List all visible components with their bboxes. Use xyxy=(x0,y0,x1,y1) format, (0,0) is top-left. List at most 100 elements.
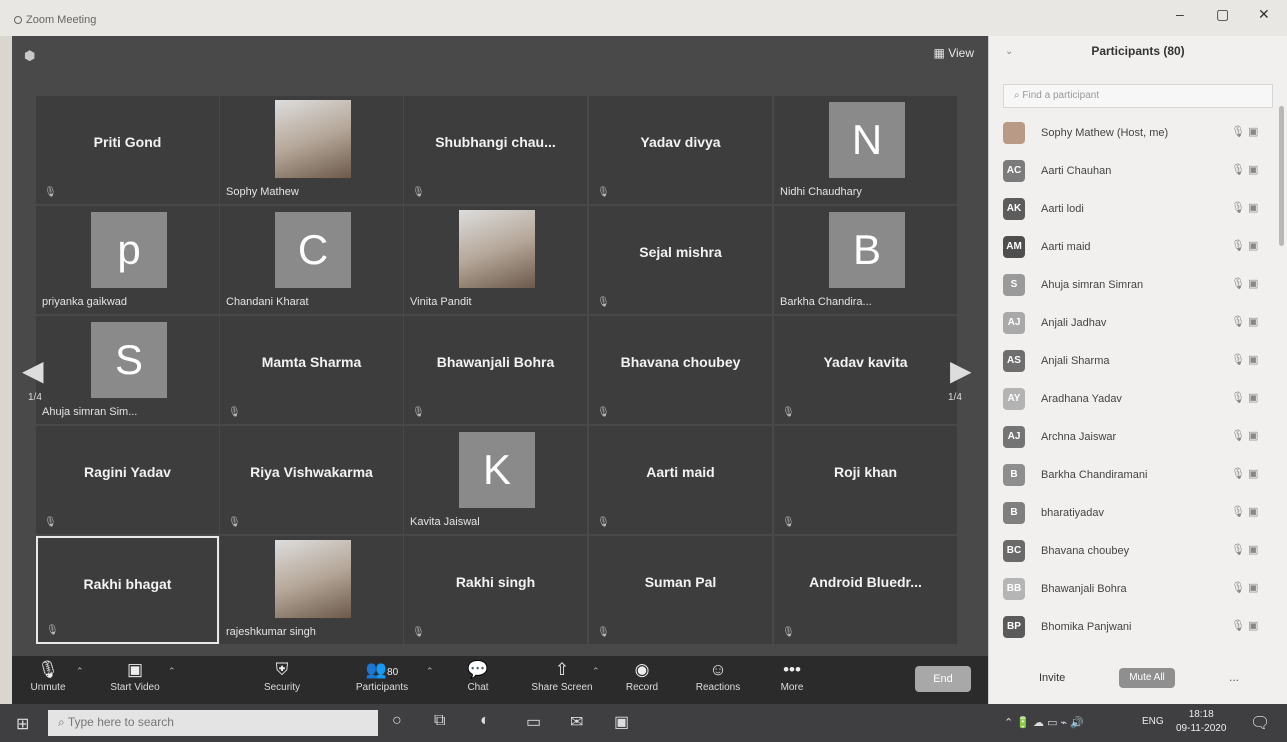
edge-browser-icon[interactable]: ◐ xyxy=(480,712,490,730)
tile-participant-name: Yadav kavita xyxy=(823,354,908,370)
video-tile-roji[interactable]: Roji khan 🎙 xyxy=(774,426,957,534)
zoom-taskbar-icon[interactable]: ▣ xyxy=(614,712,629,732)
video-tile-shubhangi[interactable]: Shubhangi chau... 🎙 xyxy=(404,96,587,204)
participant-mic-video-icon: 🎙 ▣ xyxy=(1231,582,1259,594)
minimize-button[interactable]: – xyxy=(1176,6,1184,22)
participant-row[interactable]: AM Aarti maid 🎙 ▣ xyxy=(989,228,1274,266)
video-tile-bhavana[interactable]: Bhavana choubey 🎙 xyxy=(589,316,772,424)
panel-more-button[interactable]: ... xyxy=(1229,670,1239,684)
security-label: Security xyxy=(263,682,301,693)
participants-scrollbar[interactable] xyxy=(1279,106,1284,246)
video-tile-ahuja[interactable]: S Ahuja simran Sim... xyxy=(36,316,219,424)
participants-options-chevron-icon[interactable]: ⌃ xyxy=(426,666,434,677)
security-button[interactable]: ⛨ Security xyxy=(256,660,308,693)
video-tile-sophy-mathew[interactable]: Sophy Mathew xyxy=(220,96,403,204)
video-tile-android[interactable]: Android Bluedr... 🎙 xyxy=(774,536,957,644)
participant-row[interactable]: S Ahuja simran Simran 🎙 ▣ xyxy=(989,266,1274,304)
shield-icon: ⛨ xyxy=(275,660,289,679)
start-video-button[interactable]: ▣ Start Video xyxy=(102,660,168,693)
video-tile-suman[interactable]: Suman Pal 🎙 xyxy=(589,536,772,644)
participant-row[interactable]: AS Anjali Sharma 🎙 ▣ xyxy=(989,342,1274,380)
taskbar-search-box[interactable]: ⌕ Type here to search xyxy=(48,710,378,736)
find-participant-input[interactable]: ⌕ Find a participant xyxy=(1003,84,1273,108)
video-tile-rakhi-singh[interactable]: Rakhi singh 🎙 xyxy=(404,536,587,644)
participant-name: Ahuja simran Simran xyxy=(1041,279,1144,291)
participant-row[interactable]: BB Bhawanjali Bohra 🎙 ▣ xyxy=(989,570,1274,608)
taskbar-clock[interactable]: 18:18 09-11-2020 xyxy=(1176,708,1226,736)
participants-button[interactable]: 👥80 Participants xyxy=(348,660,416,693)
video-tile-rajesh[interactable]: rajeshkumar singh xyxy=(220,536,403,644)
video-tile-chandani[interactable]: C Chandani Kharat xyxy=(220,206,403,314)
video-tile-ragini[interactable]: Ragini Yadav 🎙 xyxy=(36,426,219,534)
share-options-chevron-icon[interactable]: ⌃ xyxy=(592,666,600,677)
participant-row[interactable]: BC Bhavana choubey 🎙 ▣ xyxy=(989,532,1274,570)
maximize-button[interactable]: ▢ xyxy=(1216,6,1229,23)
video-tile-riya[interactable]: Riya Vishwakarma 🎙 xyxy=(220,426,403,534)
video-tile-aarti-maid[interactable]: Aarti maid 🎙 xyxy=(589,426,772,534)
video-tile-nidhi[interactable]: N Nidhi Chaudhary xyxy=(774,96,957,204)
video-tile-priyanka[interactable]: p priyanka gaikwad xyxy=(36,206,219,314)
notification-center-icon[interactable]: 🗨 xyxy=(1250,713,1270,733)
video-tile-priti-gond[interactable]: Priti Gond 🎙 xyxy=(36,96,219,204)
reactions-button[interactable]: ☺ Reactions xyxy=(688,660,748,693)
audio-options-chevron-icon[interactable]: ⌃ xyxy=(76,666,84,677)
participant-row[interactable]: B Barkha Chandiramani 🎙 ▣ xyxy=(989,456,1274,494)
next-page-arrow-icon[interactable]: ▶ xyxy=(950,354,972,387)
system-tray-icons[interactable]: ⌃ 🔋 ☁ ▭ ⌁ 🔊 xyxy=(1004,716,1084,729)
more-button[interactable]: ••• More xyxy=(774,660,810,693)
record-label: Record xyxy=(625,682,659,693)
video-tile-sejal[interactable]: Sejal mishra 🎙 xyxy=(589,206,772,314)
participant-mic-video-icon: 🎙 ▣ xyxy=(1231,430,1259,442)
tile-participant-name: Roji khan xyxy=(833,464,897,480)
input-language[interactable]: ENG xyxy=(1142,716,1164,727)
participant-row[interactable]: AJ Anjali Jadhav 🎙 ▣ xyxy=(989,304,1274,342)
muted-microphone-icon: 🎙 xyxy=(37,660,59,679)
tile-name-label: Nidhi Chaudhary xyxy=(780,186,862,198)
participant-mic-video-icon: 🎙 ▣ xyxy=(1231,164,1259,176)
cortana-icon[interactable]: ○ xyxy=(392,712,402,730)
unmute-label: Unmute xyxy=(30,682,66,693)
video-tile-bhawanjali[interactable]: Bhawanjali Bohra 🎙 xyxy=(404,316,587,424)
mute-all-button[interactable]: Mute All xyxy=(1119,668,1175,688)
participant-row[interactable]: AY Aradhana Yadav 🎙 ▣ xyxy=(989,380,1274,418)
video-tile-vinita[interactable]: Vinita Pandit xyxy=(404,206,587,314)
participant-name: Archna Jaiswar xyxy=(1041,431,1117,443)
muted-mic-icon: 🎙 xyxy=(782,517,795,528)
mail-icon[interactable]: ✉ xyxy=(570,712,583,732)
share-screen-button[interactable]: ⇧ Share Screen xyxy=(526,660,598,693)
participant-row[interactable]: Bbharatiyadav 🎙 ▣ xyxy=(989,494,1274,532)
avatar-letter: N xyxy=(829,102,905,178)
chat-button[interactable]: 💬 Chat xyxy=(458,660,498,693)
encryption-shield-icon[interactable]: ⬢ xyxy=(24,48,35,64)
participant-name: Anjali Jadhav xyxy=(1041,317,1107,329)
more-dots-icon: ••• xyxy=(783,660,801,679)
video-options-chevron-icon[interactable]: ⌃ xyxy=(168,666,176,677)
participant-avatar: BB xyxy=(1003,578,1025,600)
windows-taskbar: ⊞ ⌕ Type here to search ○ ⧉ ◐ ▭ ✉ ▣ ⌃ 🔋 … xyxy=(0,704,1287,742)
video-tile-yadav-kavita[interactable]: Yadav kavita 🎙 xyxy=(774,316,957,424)
windows-start-icon[interactable]: ⊞ xyxy=(16,714,29,734)
video-tile-rakhi-bhagat[interactable]: Rakhi bhagat 🎙 xyxy=(36,536,219,644)
video-tile-yadav-divya[interactable]: Yadav divya 🎙 xyxy=(589,96,772,204)
invite-button[interactable]: Invite xyxy=(1039,672,1065,684)
video-tile-kavita-jaiswal[interactable]: K Kavita Jaiswal xyxy=(404,426,587,534)
participant-row[interactable]: AJ Archna Jaiswar 🎙 ▣ xyxy=(989,418,1274,456)
video-tile-barkha[interactable]: B Barkha Chandira... xyxy=(774,206,957,314)
participant-row[interactable]: BP Bhomika Panjwani 🎙 ▣ xyxy=(989,608,1274,646)
view-button[interactable]: ▦ View xyxy=(934,46,974,60)
previous-page-arrow-icon[interactable]: ◀ xyxy=(22,354,44,387)
record-button[interactable]: ◉ Record xyxy=(620,660,664,693)
participant-row[interactable]: AC Aarti Chauhan 🎙 ▣ xyxy=(989,152,1274,190)
task-view-icon[interactable]: ⧉ xyxy=(434,712,445,730)
video-tile-mamta[interactable]: Mamta Sharma 🎙 xyxy=(220,316,403,424)
participants-label: Participants xyxy=(355,682,409,693)
end-meeting-button[interactable]: End xyxy=(915,666,971,692)
unmute-button[interactable]: 🎙 Unmute xyxy=(24,660,72,693)
participant-row[interactable]: Sophy Mathew (Host, me) 🎙 ▣ xyxy=(989,114,1274,152)
reactions-icon: ☺ xyxy=(709,660,727,679)
muted-mic-icon: 🎙 xyxy=(412,407,425,418)
file-explorer-icon[interactable]: ▭ xyxy=(526,712,541,732)
participant-row[interactable]: AK Aarti lodi 🎙 ▣ xyxy=(989,190,1274,228)
close-button[interactable]: ✕ xyxy=(1258,6,1270,23)
tile-participant-name: Priti Gond xyxy=(93,134,162,150)
